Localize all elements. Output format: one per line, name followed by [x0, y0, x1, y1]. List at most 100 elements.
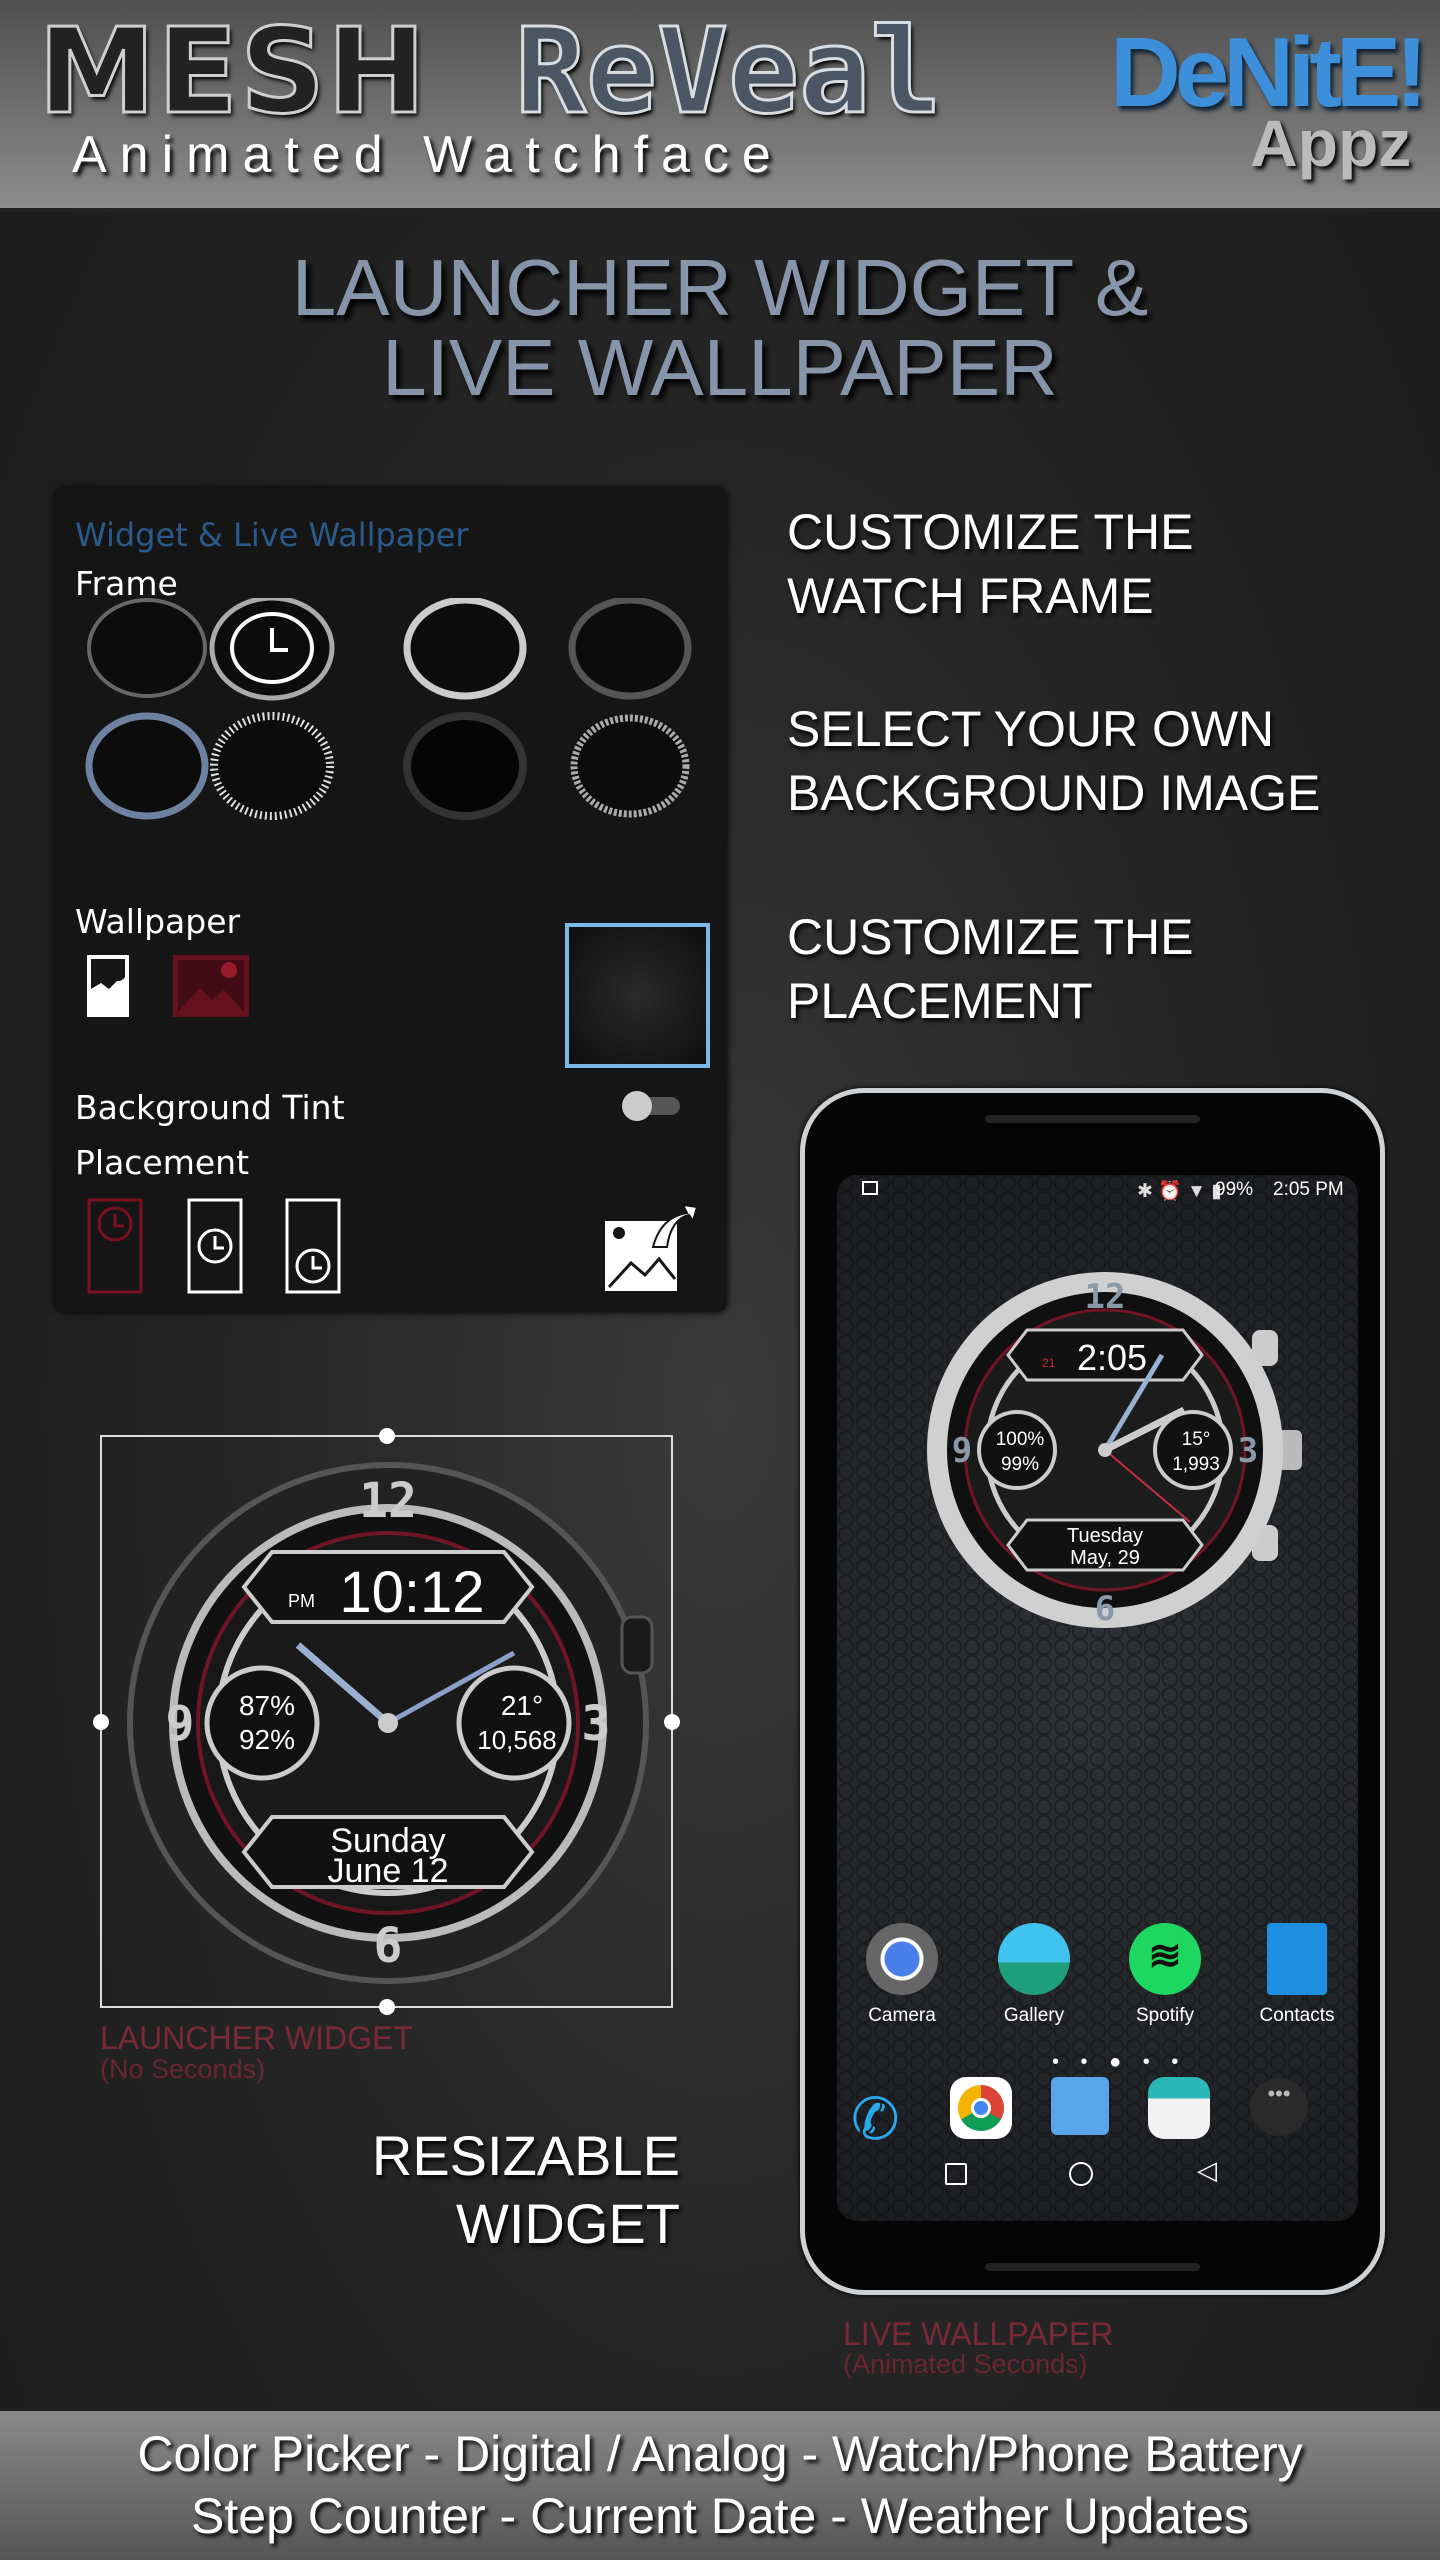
svg-text:6: 6 — [1095, 1589, 1115, 1629]
wallpaper-portrait-icon[interactable] — [87, 955, 129, 1017]
wallpaper-landscape-icon[interactable] — [173, 955, 249, 1017]
watch-watch-battery: 100% — [996, 1429, 1045, 1450]
feature-background-line1: SELECT YOUR OWN — [787, 701, 1275, 757]
nav-back-button[interactable]: ◁ — [1197, 2155, 1217, 2186]
placement-options[interactable] — [87, 1198, 407, 1298]
hour-6: 6 — [374, 1918, 403, 1974]
app-contacts[interactable]: Contacts — [1252, 1923, 1342, 2027]
wallpaper-preview-selected[interactable] — [565, 923, 710, 1068]
background-tint-toggle[interactable] — [622, 1091, 686, 1121]
frame-options[interactable] — [55, 598, 727, 858]
dock-email-icon[interactable] — [1148, 2077, 1210, 2139]
app-contacts-label: Contacts — [1259, 2005, 1335, 2026]
feature-placement-line1: CUSTOMIZE THE — [787, 909, 1194, 965]
placement-top-selected — [87, 1198, 143, 1294]
wallpaper-label: Wallpaper — [75, 902, 241, 941]
live-wallpaper-caption: LIVE WALLPAPER — [843, 2316, 1114, 2352]
nav-home-button[interactable] — [1069, 2162, 1093, 2186]
footer-line2: Step Counter - Current Date - Weather Up… — [191, 2488, 1249, 2544]
widget-date: June 12 — [328, 1852, 449, 1890]
app-drawer-icon[interactable]: ••• — [1250, 2078, 1308, 2136]
dock-chrome-icon[interactable] — [950, 2077, 1012, 2139]
nav-recents-button[interactable] — [945, 2163, 967, 2185]
widget-watch-face: 12 6 9 3 PM 10:12 87% 92% 21° 10,568 Sun… — [127, 1462, 654, 1984]
widget-ampm: PM — [288, 1591, 315, 1611]
spotify-icon: ≋ — [1129, 1923, 1201, 1995]
speaker-bottom — [985, 2263, 1200, 2271]
placement-label: Placement — [75, 1143, 250, 1182]
panel-heading: Widget & Live Wallpaper — [75, 516, 469, 554]
feature-background-line2: BACKGROUND IMAGE — [787, 765, 1321, 821]
gallery-notification-icon — [862, 1181, 878, 1195]
widget-temperature: 21° — [501, 1690, 543, 1721]
wallpaper-watch-face: 12 6 9 3 21 2:05 100% 99% 15° 1,993 Tues… — [927, 1272, 1302, 1629]
widget-watch-battery: 87% — [239, 1690, 295, 1721]
frame-option-1 — [87, 598, 207, 698]
svg-text:12: 12 — [1085, 1277, 1126, 1317]
hour-3: 3 — [582, 1696, 611, 1752]
watch-day: Tuesday — [1067, 1525, 1143, 1547]
app-spotify[interactable]: ≋ Spotify — [1120, 1923, 1210, 2027]
resizable-line1: RESIZABLE — [371, 2124, 680, 2187]
placement-center — [187, 1198, 243, 1294]
frame-option-8 — [570, 714, 690, 818]
app-camera[interactable]: Camera — [857, 1923, 947, 2027]
footer-line1: Color Picker - Digital / Analog - Watch/… — [137, 2426, 1303, 2482]
contacts-icon — [1267, 1923, 1327, 1995]
feature-placement-line2: PLACEMENT — [787, 973, 1093, 1029]
resize-handle-top[interactable] — [379, 1428, 395, 1444]
page-title-line1: LAUNCHER WIDGET & — [291, 243, 1149, 332]
logo-mesh: MESH — [37, 1, 428, 142]
camera-icon — [866, 1923, 938, 1995]
live-wallpaper-caption-sub: (Animated Seconds) — [843, 2349, 1088, 2379]
app-gallery-label: Gallery — [1003, 2005, 1065, 2026]
status-battery: 99% — [1215, 1179, 1254, 1200]
widget-time: 10:12 — [339, 1560, 484, 1625]
page-title-line2: LIVE WALLPAPER — [382, 323, 1058, 412]
launcher-widget-caption-sub: (No Seconds) — [100, 2054, 266, 2084]
frame-option-4 — [568, 598, 692, 700]
dock-phone-icon[interactable]: ✆ — [851, 2090, 911, 2150]
hour-9: 9 — [166, 1696, 195, 1752]
hour-12: 12 — [359, 1473, 417, 1529]
feature-placement: CUSTOMIZE THE PLACEMENT — [787, 905, 1194, 1033]
page-indicator[interactable]: • • ● • • — [1052, 2051, 1186, 2074]
watch-time: 2:05 — [1077, 1337, 1147, 1378]
gallery-icon — [998, 1923, 1070, 1995]
resize-handle-right[interactable] — [664, 1714, 680, 1730]
resize-handle-left[interactable] — [93, 1714, 109, 1730]
background-tint-label: Background Tint — [75, 1088, 345, 1127]
status-bar: ✱ ⏰ ▼ ▮ 99% 2:05 PM — [837, 1175, 1358, 1205]
app-camera-label: Camera — [868, 2005, 936, 2026]
feature-frame-line1: CUSTOMIZE THE — [787, 504, 1194, 560]
set-wallpaper-icon[interactable] — [605, 1203, 697, 1295]
settings-panel: Widget & Live Wallpaper Frame Wallpaper … — [55, 488, 727, 1312]
resizable-line2: WIDGET — [456, 2192, 680, 2255]
frame-option-2 — [209, 598, 335, 701]
feature-background: SELECT YOUR OWN BACKGROUND IMAGE — [787, 697, 1320, 825]
header-banner: MESH ReVeal Animated Watchface DeNitE! A… — [0, 0, 1440, 212]
app-spotify-label: Spotify — [1135, 2005, 1195, 2026]
widget-steps: 10,568 — [477, 1725, 557, 1755]
frame-option-3 — [403, 598, 527, 700]
dock-messages-icon[interactable] — [1051, 2077, 1109, 2135]
svg-text:3: 3 — [1238, 1431, 1258, 1471]
logo-subtitle: Animated Watchface — [72, 126, 784, 184]
brand-logo-sub: Appz — [1250, 106, 1412, 180]
watch-temperature: 15° — [1182, 1429, 1211, 1450]
watch-date: May, 29 — [1070, 1547, 1140, 1569]
frame-option-6 — [210, 712, 334, 820]
app-gallery[interactable]: Gallery — [989, 1923, 1079, 2027]
launcher-widget-caption: LAUNCHER WIDGET — [100, 2020, 413, 2056]
widget-resize-frame[interactable]: 12 6 9 3 PM 10:12 87% 92% 21° 10,568 Sun… — [93, 1428, 680, 2015]
phone-mockup: ✱ ⏰ ▼ ▮ 99% 2:05 PM 12 6 9 3 21 2:05 100… — [800, 1088, 1385, 2295]
footer-banner: Color Picker - Digital / Analog - Watch/… — [0, 2408, 1440, 2560]
logo-reveal: ReVeal — [513, 1, 942, 142]
feature-frame-line2: WATCH FRAME — [787, 568, 1154, 624]
watch-day-number: 21 — [1042, 1356, 1056, 1370]
watch-steps: 1,993 — [1172, 1454, 1220, 1475]
status-time: 2:05 PM — [1273, 1179, 1344, 1200]
placement-bottom — [285, 1198, 341, 1294]
phone-screen: ✱ ⏰ ▼ ▮ 99% 2:05 PM 12 6 9 3 21 2:05 100… — [837, 1175, 1358, 2221]
resize-handle-bottom[interactable] — [379, 1999, 395, 2015]
